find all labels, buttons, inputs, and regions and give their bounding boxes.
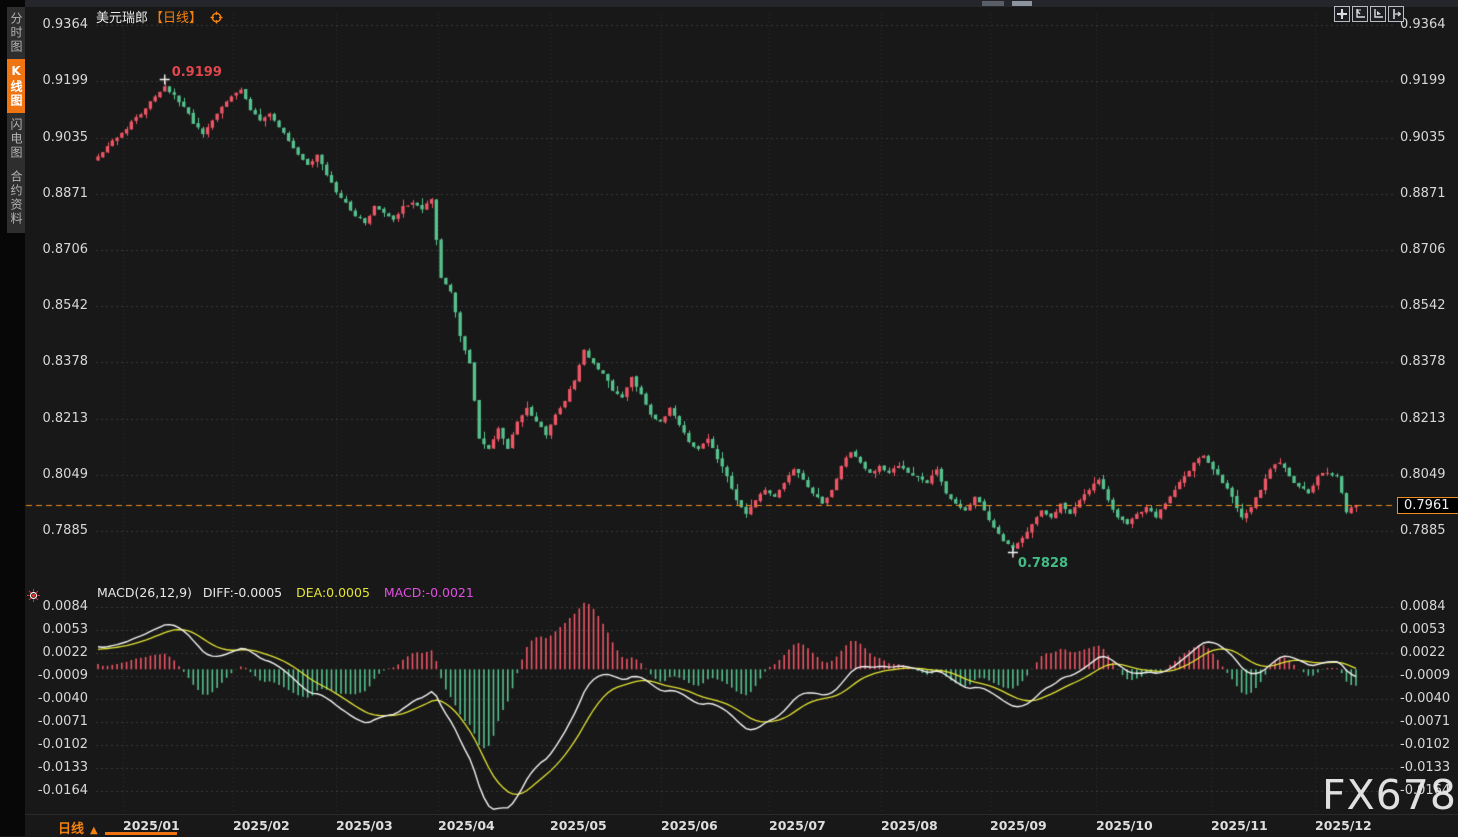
price-axis-label-left: 0.9035 [42, 129, 89, 145]
chart-settings-icon[interactable] [210, 11, 223, 24]
price-axis-label-left: 0.9199 [42, 73, 89, 89]
macd-axis-label-right: -0.0102 [1400, 737, 1451, 752]
x-axis-month-label: 2025/04 [438, 818, 495, 833]
low-price-label: 0.7828 [1017, 555, 1069, 571]
macd-axis-label-left: -0.0102 [37, 737, 88, 752]
chart-toolbar [1334, 6, 1404, 22]
price-axis-label-left: 0.8049 [42, 466, 89, 482]
x-axis-month-label: 2025/06 [661, 818, 718, 833]
price-axis-label-left: 0.8542 [42, 298, 89, 314]
chevron-up-icon: ▲ [90, 825, 98, 836]
macd-axis-label-right: -0.0009 [1400, 668, 1451, 683]
macd-axis-label-left: 0.0022 [42, 645, 89, 660]
candlestick-chart[interactable] [0, 0, 1458, 836]
x-axis-month-label: 2025/03 [336, 818, 393, 833]
macd-axis-label-left: -0.0009 [37, 668, 88, 683]
x-axis-month-label: 2025/01 [123, 818, 180, 833]
fx678-watermark: FX678 [1322, 771, 1457, 819]
period-selector[interactable]: 日线 ▲ [58, 818, 98, 837]
x-axis-month-label: 2025/11 [1211, 818, 1268, 833]
last-price-badge: 0.7961 [1397, 496, 1458, 514]
macd-macd-value: MACD:-0.0021 [383, 585, 474, 600]
x-axis-month-label: 2025/02 [233, 818, 290, 833]
x-axis-month-label: 2025/12 [1315, 818, 1372, 833]
price-axis-label-right: 0.7885 [1400, 523, 1446, 538]
axis-scale-left-icon[interactable] [1352, 6, 1368, 22]
price-axis-label-right: 0.9035 [1400, 129, 1446, 145]
chart-title: 美元瑞郎 【日线】 [96, 7, 223, 26]
macd-axis-label-left: -0.0040 [37, 691, 88, 706]
price-axis-label-left: 0.8871 [42, 185, 89, 201]
price-axis-label-right: 0.8049 [1400, 466, 1446, 482]
macd-axis-label-left: -0.0133 [37, 760, 88, 775]
macd-dea-value: DEA:0.0005 [296, 585, 370, 600]
price-axis-label-right: 0.8378 [1400, 354, 1446, 370]
x-axis-month-label: 2025/05 [550, 818, 607, 833]
period-selector-label: 日线 [58, 822, 85, 837]
x-axis-month-label: 2025/10 [1096, 818, 1153, 833]
price-axis-label-right: 0.8706 [1400, 242, 1446, 258]
pan-right-icon[interactable] [1388, 6, 1404, 22]
price-axis-label-left: 0.9364 [42, 17, 89, 32]
macd-axis-label-right: 0.0084 [1400, 599, 1446, 614]
price-axis-label-right: 0.8542 [1400, 298, 1446, 314]
macd-axis-label-right: -0.0040 [1400, 691, 1451, 706]
price-axis-label-left: 0.7885 [42, 523, 89, 538]
macd-axis-label-right: 0.0053 [1400, 622, 1446, 637]
period-tag: 【日线】 [150, 11, 203, 26]
axis-play-icon[interactable] [1370, 6, 1386, 22]
price-axis-label-left: 0.8213 [42, 410, 89, 426]
macd-diff-value: DIFF:-0.0005 [202, 585, 283, 600]
macd-params: MACD(26,12,9) [97, 585, 192, 600]
price-axis-label-left: 0.8706 [42, 242, 89, 258]
x-axis-month-label: 2025/09 [990, 818, 1047, 833]
high-price-label: 0.9199 [171, 65, 222, 81]
macd-header: MACD(26,12,9) DIFF:-0.0005 DEA:0.0005 MA… [97, 585, 474, 600]
crosshair-move-icon[interactable] [1334, 6, 1350, 22]
macd-axis-label-left: -0.0164 [37, 783, 88, 798]
x-axis-month-label: 2025/07 [769, 818, 826, 833]
macd-axis-label-left: -0.0071 [37, 714, 88, 729]
macd-axis-label-right: 0.0022 [1400, 645, 1446, 660]
symbol-name: 美元瑞郎 [96, 11, 149, 26]
price-axis-label-right: 0.8213 [1400, 410, 1446, 426]
macd-axis-label-right: -0.0071 [1400, 714, 1451, 729]
x-axis-month-label: 2025/08 [881, 818, 938, 833]
price-axis-label-right: 0.9364 [1400, 17, 1446, 32]
indicator-alert-icon[interactable] [27, 587, 40, 606]
price-axis-label-right: 0.8871 [1400, 185, 1446, 201]
macd-axis-label-left: 0.0053 [42, 622, 89, 637]
price-axis-label-left: 0.8378 [42, 354, 89, 370]
price-axis-label-right: 0.9199 [1400, 73, 1446, 89]
